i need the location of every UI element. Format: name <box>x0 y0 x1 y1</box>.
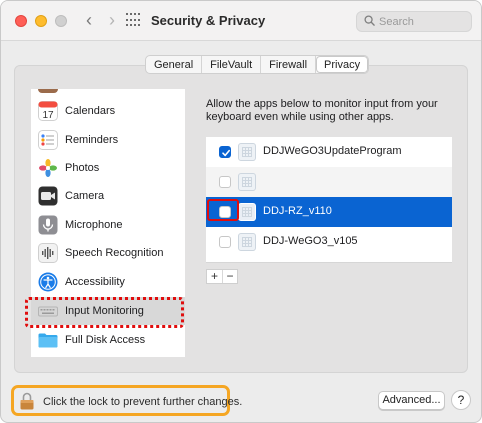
calendar-icon: 17 <box>38 101 58 121</box>
forward-chevron-icon[interactable]: › <box>102 9 122 31</box>
sidebar-item-label: Reminders <box>65 134 119 146</box>
sidebar-item-calendars[interactable]: 17 Calendars <box>31 97 185 125</box>
advanced-button[interactable]: Advanced... <box>378 391 445 410</box>
back-chevron-icon[interactable]: ‹ <box>79 9 99 31</box>
permission-description: Allow the apps below to monitor input fr… <box>206 98 438 123</box>
app-permission-list[interactable]: DDJWeGO3UpdateProgram DDJ-RZ_v110 DDJ-We… <box>206 137 452 263</box>
sidebar-item-label: Input Monitoring <box>65 305 144 317</box>
app-checkbox[interactable] <box>219 176 231 188</box>
app-row[interactable] <box>206 167 452 197</box>
tab-firewall[interactable]: Firewall <box>261 56 317 73</box>
sidebar-item-label: Calendars <box>65 105 116 117</box>
reminders-icon <box>38 130 58 150</box>
privacy-category-list[interactable]: 17 Calendars Reminders Photos Camera Mic… <box>31 89 185 357</box>
app-row[interactable]: DDJ-WeGO3_v105 <box>206 227 452 257</box>
zoom-button[interactable] <box>55 15 67 27</box>
search-input[interactable] <box>379 14 467 29</box>
keyboard-icon <box>38 306 58 317</box>
app-generic-icon <box>238 173 256 191</box>
lock-area-highlight: Click the lock to prevent further change… <box>11 385 242 416</box>
sidebar-item-label: Photos <box>65 162 100 174</box>
sidebar-item-label: Accessibility <box>65 276 125 288</box>
app-row-selected[interactable]: DDJ-RZ_v110 <box>206 197 452 227</box>
app-checkbox[interactable] <box>219 236 231 248</box>
app-name: DDJ-WeGO3_v105 <box>263 235 358 247</box>
sidebar-item-speech-recognition[interactable]: Speech Recognition <box>31 239 185 267</box>
add-remove-control: + − <box>206 269 238 284</box>
speech-recognition-icon <box>38 243 58 263</box>
camera-icon <box>38 186 58 206</box>
app-generic-icon <box>238 203 256 221</box>
window-title: Security & Privacy <box>151 13 266 28</box>
search-field[interactable] <box>356 11 472 32</box>
title-bar: ‹ › Security & Privacy <box>1 1 481 41</box>
sidebar-item-label: Microphone <box>65 219 123 231</box>
sidebar-item-photos[interactable]: Photos <box>31 154 185 182</box>
sidebar-item-reminders[interactable]: Reminders <box>31 126 185 154</box>
microphone-icon <box>38 215 58 235</box>
lock-icon[interactable] <box>20 392 34 410</box>
tab-bar: General FileVault Firewall Privacy <box>145 55 370 74</box>
svg-text:17: 17 <box>42 110 54 121</box>
app-checkbox[interactable] <box>219 206 231 218</box>
search-icon <box>364 15 375 26</box>
checkmark-icon <box>222 149 230 157</box>
show-all-grid-icon[interactable] <box>126 13 141 28</box>
partial-category-icon <box>38 89 58 93</box>
security-privacy-window: ‹ › Security & Privacy General FileVault… <box>0 0 482 423</box>
sidebar-item-camera[interactable]: Camera <box>31 182 185 210</box>
tab-privacy[interactable]: Privacy <box>316 56 369 73</box>
tab-filevault[interactable]: FileVault <box>202 56 262 73</box>
app-name: DDJ-RZ_v110 <box>263 205 332 217</box>
sidebar-item-input-monitoring[interactable]: Input Monitoring <box>31 297 185 325</box>
app-name: DDJWeGO3UpdateProgram <box>263 145 402 157</box>
app-generic-icon <box>238 143 256 161</box>
sidebar-item-microphone[interactable]: Microphone <box>31 211 185 239</box>
sidebar-item-label: Full Disk Access <box>65 334 146 346</box>
sidebar-item-full-disk-access[interactable]: Full Disk Access <box>31 326 185 354</box>
folder-icon <box>38 333 58 348</box>
minimize-button[interactable] <box>35 15 47 27</box>
add-app-button[interactable]: + <box>207 270 222 283</box>
lock-message[interactable]: Click the lock to prevent further change… <box>43 396 242 408</box>
sidebar-item-accessibility[interactable]: Accessibility <box>31 268 185 296</box>
sidebar-item-label: Speech Recognition <box>65 247 164 259</box>
remove-app-button[interactable]: − <box>222 270 237 283</box>
help-button[interactable]: ? <box>451 390 471 410</box>
app-generic-icon <box>238 233 256 251</box>
photos-icon <box>39 159 57 177</box>
tab-general[interactable]: General <box>146 56 203 73</box>
sidebar-item-label: Camera <box>65 190 105 202</box>
app-checkbox[interactable] <box>219 146 231 158</box>
accessibility-icon <box>38 272 58 292</box>
close-button[interactable] <box>15 15 27 27</box>
app-row[interactable]: DDJWeGO3UpdateProgram <box>206 137 452 167</box>
